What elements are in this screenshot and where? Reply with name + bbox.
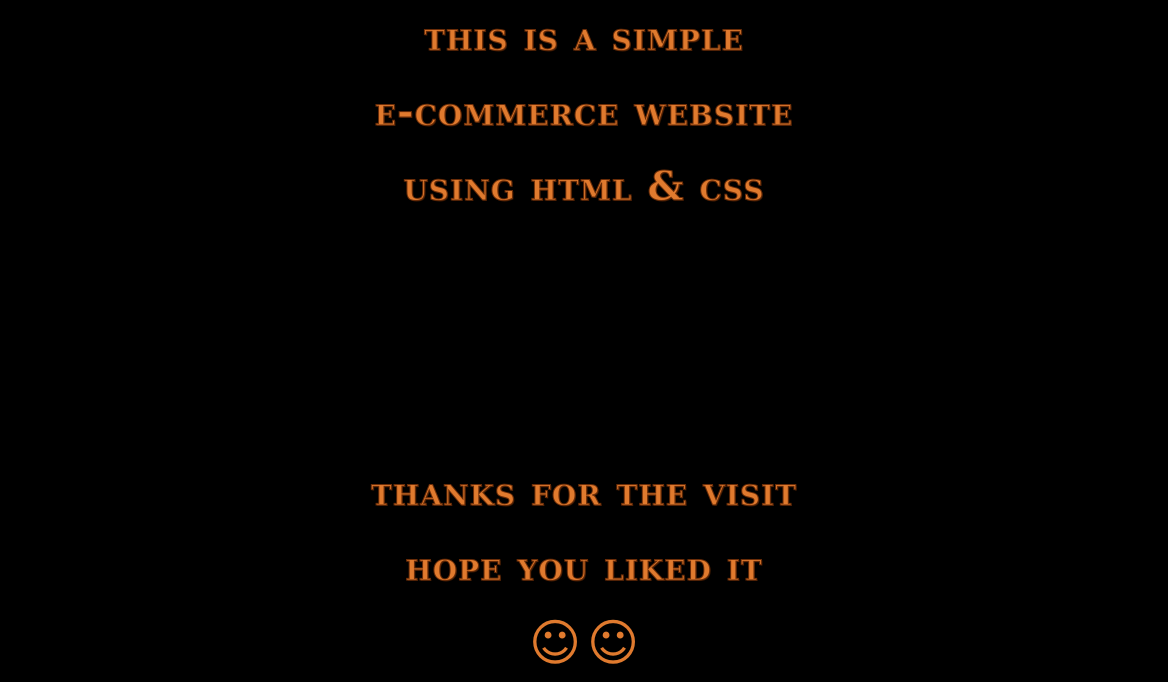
intro-line-3: using HTML & CSS [403, 163, 765, 210]
smiley-icon: ☺ [586, 614, 640, 672]
intro-line-1: This is a simple [424, 13, 744, 60]
hope-line: hope you liked it [405, 543, 763, 590]
smiley-icon: ☺ [528, 614, 582, 672]
smiley-row: ☺ ☺ [0, 614, 1168, 672]
intro-line-2: E-commerce Website [374, 88, 794, 135]
thank-you-page: This is a simple E-commerce Website usin… [0, 0, 1168, 682]
thanks-line: Thanks for the Visit [370, 468, 798, 515]
